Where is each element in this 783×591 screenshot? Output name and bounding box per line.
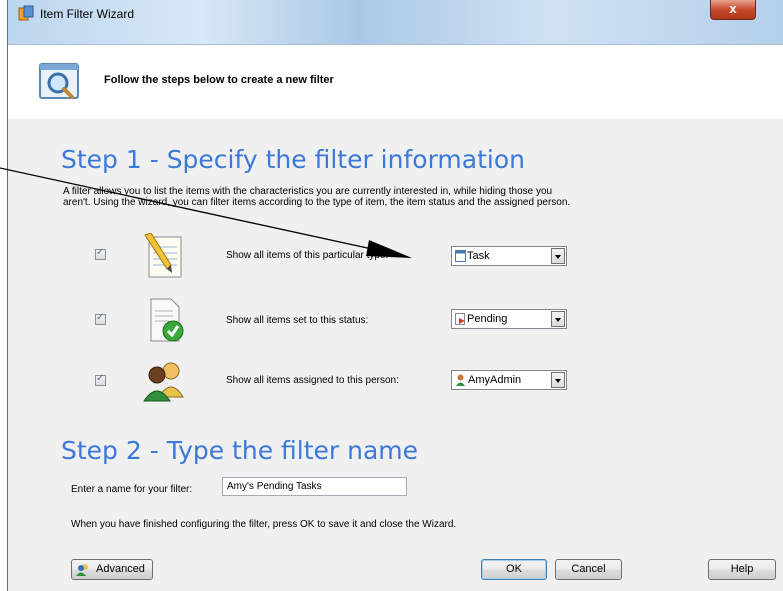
users-icon — [76, 564, 88, 576]
header-text: Follow the steps below to create a new f… — [104, 74, 334, 86]
finish-instructions: When you have finished configuring the f… — [71, 519, 457, 530]
status-label: Show all items set to this status: — [226, 315, 369, 326]
window-title: Item Filter Wizard — [40, 7, 135, 21]
document-check-icon — [150, 298, 184, 342]
chevron-down-icon[interactable] — [551, 311, 565, 327]
step1-title: Step 1 - Specify the filter information — [61, 145, 525, 174]
person-checkbox[interactable] — [95, 373, 106, 386]
help-button[interactable]: Help — [708, 559, 776, 580]
ok-button[interactable]: OK — [481, 559, 547, 580]
task-icon — [455, 250, 466, 262]
step1-description: A filter allows you to list the items wi… — [63, 186, 571, 208]
title-bar[interactable]: Item Filter Wizard x — [8, 0, 783, 44]
status-select-value: Pending — [467, 313, 508, 325]
wizard-header: Follow the steps below to create a new f… — [8, 44, 783, 120]
step2-title: Step 2 - Type the filter name — [61, 436, 419, 465]
app-icon — [18, 5, 34, 21]
filter-name-label: Enter a name for your filter: — [71, 484, 193, 495]
advanced-button[interactable]: Advanced — [71, 559, 153, 580]
chevron-down-icon[interactable] — [551, 372, 565, 388]
notepad-pencil-icon — [144, 233, 182, 278]
status-select[interactable]: Pending — [451, 309, 567, 329]
type-label: Show all items of this particular type: — [226, 250, 389, 261]
type-checkbox[interactable] — [95, 247, 106, 260]
screenshot-stage: Item Filter Wizard x Follow the steps be… — [0, 0, 783, 591]
person-select[interactable]: AmyAdmin — [451, 370, 567, 390]
filter-name-input[interactable] — [222, 477, 407, 496]
close-button[interactable]: x — [710, 0, 756, 20]
person-icon — [456, 374, 465, 386]
cancel-button[interactable]: Cancel — [555, 559, 622, 580]
advanced-button-label: Advanced — [96, 563, 145, 575]
pending-icon — [455, 313, 465, 325]
users-icon — [143, 362, 184, 402]
person-label: Show all items assigned to this person: — [226, 375, 399, 386]
magnifier-window-icon — [39, 63, 79, 99]
chevron-down-icon[interactable] — [551, 248, 565, 264]
status-checkbox[interactable] — [95, 312, 106, 325]
wizard-window: Item Filter Wizard x Follow the steps be… — [7, 0, 783, 591]
person-select-value: AmyAdmin — [468, 374, 522, 386]
type-select[interactable]: Task — [451, 246, 567, 266]
type-select-value: Task — [467, 250, 490, 262]
